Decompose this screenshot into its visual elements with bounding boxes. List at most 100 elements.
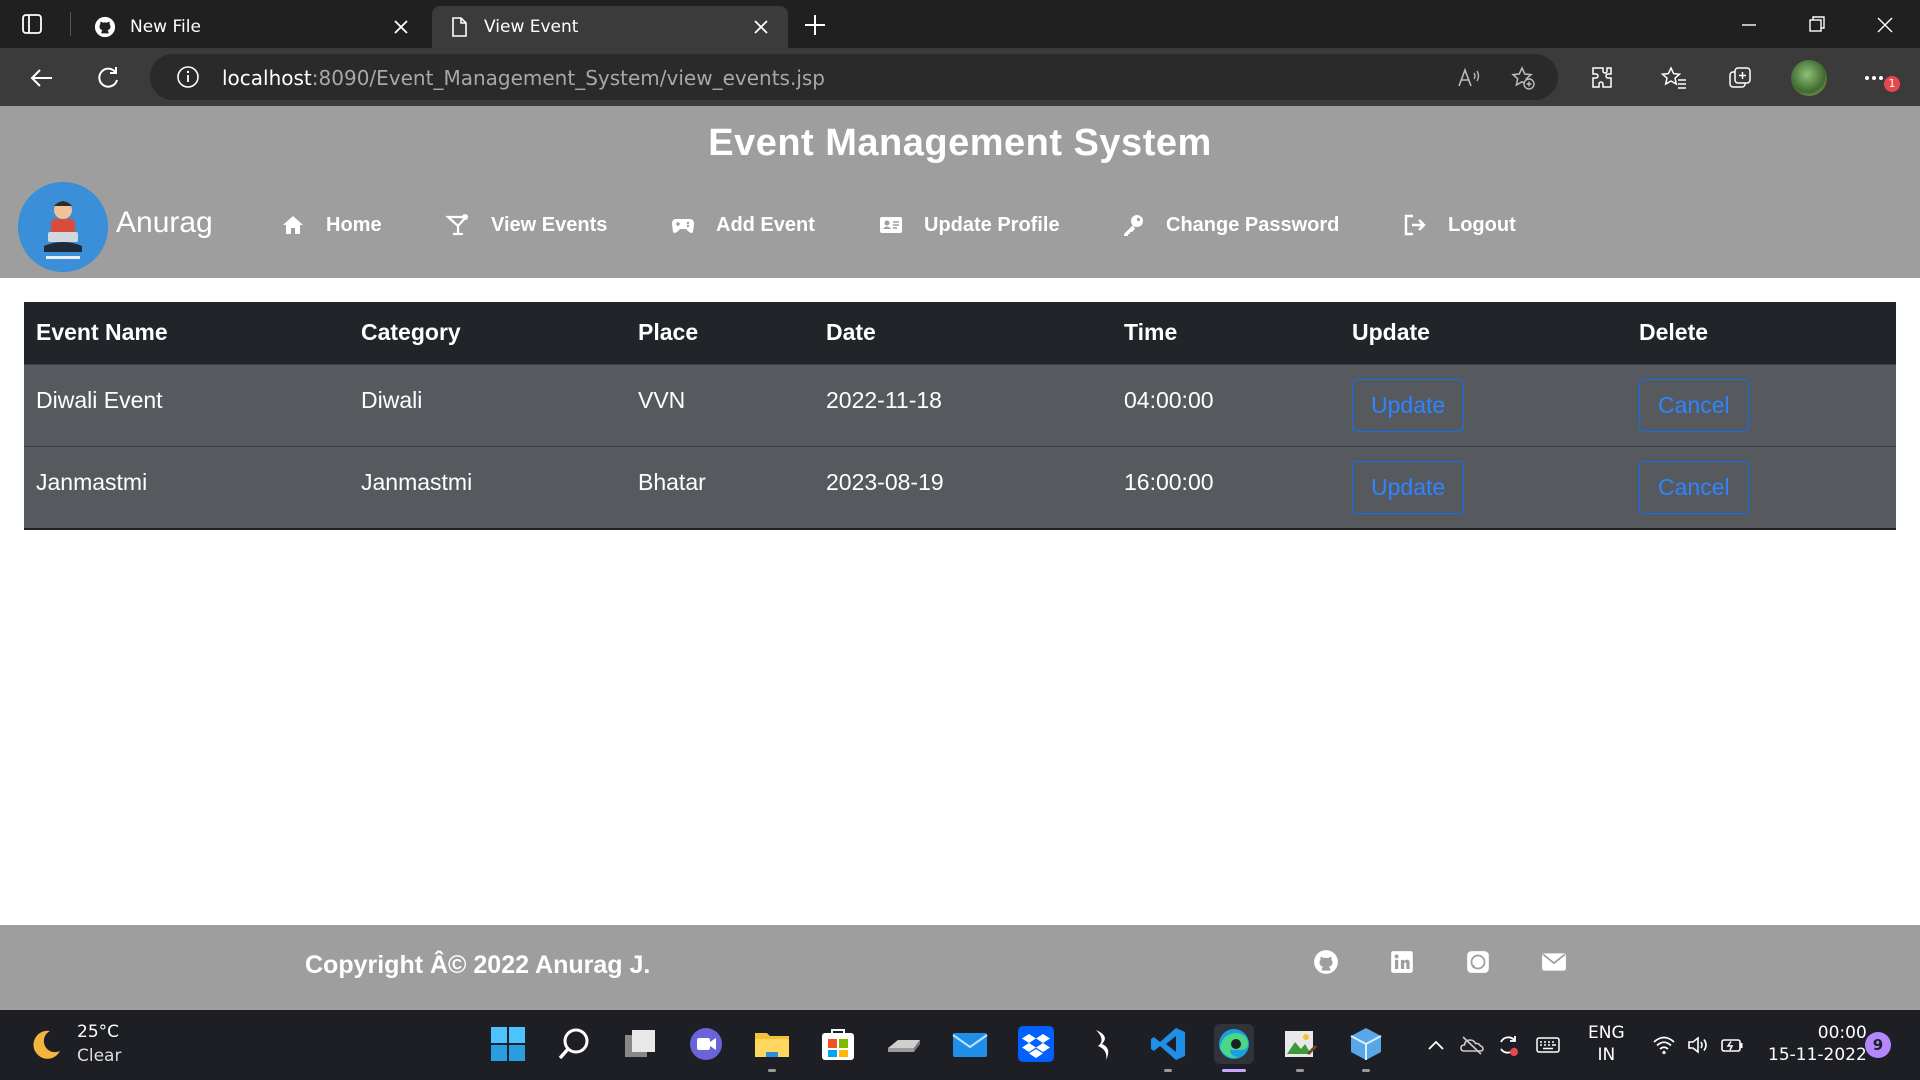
virtualbox-icon[interactable] xyxy=(1346,1024,1386,1064)
app-running-indicator xyxy=(768,1069,776,1072)
edge-browser-icon[interactable] xyxy=(1214,1024,1254,1064)
windows-start-icon[interactable] xyxy=(488,1024,528,1064)
profile-avatar[interactable] xyxy=(1791,60,1827,96)
teams-chat-icon[interactable] xyxy=(686,1024,726,1064)
nav-home[interactable]: Home xyxy=(280,212,382,238)
cocktail-icon xyxy=(445,212,471,238)
url-text[interactable]: localhost:8090/Event_Management_System/v… xyxy=(222,66,825,90)
key-icon xyxy=(1120,212,1146,238)
add-favorite-icon[interactable] xyxy=(1510,65,1536,91)
category-cell: Janmastmi xyxy=(349,445,626,528)
info-icon[interactable] xyxy=(176,65,200,89)
update-button[interactable]: Update xyxy=(1352,460,1465,514)
wifi-icon[interactable] xyxy=(1652,1033,1676,1057)
mail-app-icon[interactable] xyxy=(950,1024,990,1064)
category-cell: Diwali xyxy=(349,363,626,446)
collections-icon[interactable] xyxy=(1726,64,1754,92)
event-name-cell: Diwali Event xyxy=(24,363,349,446)
nav-view-events[interactable]: View Events xyxy=(445,212,607,238)
tab-view-event[interactable]: View Event xyxy=(432,6,788,48)
language-code: ENG xyxy=(1588,1023,1625,1043)
linkedin-icon[interactable] xyxy=(1389,949,1415,975)
date-cell: 2023-08-19 xyxy=(814,445,1112,528)
date-cell: 2022-11-18 xyxy=(814,363,1112,446)
tab-label: New File xyxy=(130,17,201,37)
weather-description[interactable]: Clear xyxy=(77,1046,121,1066)
gamepad-icon xyxy=(670,212,696,238)
nav-label: Home xyxy=(326,213,382,236)
app-running-indicator xyxy=(1296,1069,1304,1072)
nav-label: Change Password xyxy=(1166,213,1340,236)
close-icon[interactable] xyxy=(750,16,772,38)
mail-icon[interactable] xyxy=(1541,949,1567,975)
tab-new-file[interactable]: New File xyxy=(78,6,428,48)
sync-icon[interactable] xyxy=(1496,1033,1520,1057)
system-clock[interactable]: 00:00 15-11-2022 xyxy=(1768,1022,1867,1066)
favorites-icon[interactable] xyxy=(1660,64,1688,92)
update-cell: Update xyxy=(1340,445,1627,528)
nav-label: Add Event xyxy=(716,213,815,236)
table-row: Janmastmi Janmastmi Bhatar 2023-08-19 16… xyxy=(24,445,1896,528)
extensions-icon[interactable] xyxy=(1588,64,1616,92)
place-cell: Bhatar xyxy=(626,445,814,528)
app-running-indicator xyxy=(1164,1069,1172,1072)
task-view-icon[interactable] xyxy=(620,1024,660,1064)
table-bottom-border xyxy=(24,528,1896,530)
drive-icon[interactable] xyxy=(884,1024,924,1064)
keyboard-icon[interactable] xyxy=(1536,1033,1560,1057)
site-footer: Copyright Â© 2022 Anurag J. xyxy=(0,925,1920,1010)
nav-change-password[interactable]: Change Password xyxy=(1120,212,1339,238)
whatsapp-icon[interactable] xyxy=(1465,949,1491,975)
clock-date: 15-11-2022 xyxy=(1768,1045,1867,1065)
read-aloud-icon[interactable] xyxy=(1456,65,1482,91)
region-code: IN xyxy=(1597,1045,1616,1065)
cancel-button[interactable]: Cancel xyxy=(1639,460,1749,514)
cancel-button[interactable]: Cancel xyxy=(1639,378,1749,432)
refresh-icon[interactable] xyxy=(94,64,122,92)
restore-icon[interactable] xyxy=(1804,12,1830,38)
tab-actions-icon[interactable] xyxy=(20,12,52,36)
column-header: Category xyxy=(349,302,626,364)
nav-add-event[interactable]: Add Event xyxy=(670,212,815,238)
app-swift-icon[interactable] xyxy=(1082,1024,1122,1064)
image-editor-icon[interactable] xyxy=(1280,1024,1320,1064)
browser-tab-bar: New File View Event xyxy=(0,0,1920,48)
onedrive-icon[interactable] xyxy=(1460,1033,1484,1057)
tab-label: View Event xyxy=(484,17,579,37)
chevron-up-icon[interactable] xyxy=(1424,1033,1448,1057)
github-icon[interactable] xyxy=(1313,949,1339,975)
update-button[interactable]: Update xyxy=(1352,378,1465,432)
home-icon xyxy=(280,212,306,238)
file-explorer-icon[interactable] xyxy=(752,1024,792,1064)
events-table-container: Event Name Category Place Date Time Upda… xyxy=(24,302,1896,530)
nav-update-profile[interactable]: Update Profile xyxy=(878,212,1060,238)
notification-count-badge[interactable]: 9 xyxy=(1865,1032,1891,1058)
weather-temperature[interactable]: 25°C xyxy=(77,1022,119,1042)
battery-icon[interactable] xyxy=(1720,1033,1744,1057)
url-path: :8090/Event_Management_System/view_event… xyxy=(311,66,825,90)
close-window-icon[interactable] xyxy=(1872,12,1898,38)
back-arrow-icon[interactable] xyxy=(28,64,56,92)
new-tab-icon[interactable] xyxy=(802,12,828,38)
moon-icon[interactable] xyxy=(28,1027,64,1063)
minimize-icon[interactable] xyxy=(1736,12,1762,38)
microsoft-store-icon[interactable] xyxy=(818,1024,858,1064)
language-indicator[interactable]: ENG IN xyxy=(1588,1022,1625,1066)
column-header: Event Name xyxy=(24,302,349,364)
app-active-indicator xyxy=(1222,1069,1246,1072)
page-title: Event Management System xyxy=(708,122,1212,164)
page-icon xyxy=(448,16,470,38)
delete-cell: Cancel xyxy=(1627,445,1896,528)
nav-logout[interactable]: Logout xyxy=(1402,212,1516,238)
column-header: Place xyxy=(626,302,814,364)
browser-toolbar: localhost:8090/Event_Management_System/v… xyxy=(0,48,1920,106)
vscode-icon[interactable] xyxy=(1148,1024,1188,1064)
avatar xyxy=(18,182,108,272)
address-bar[interactable]: localhost:8090/Event_Management_System/v… xyxy=(150,54,1558,100)
close-icon[interactable] xyxy=(390,16,412,38)
search-icon[interactable] xyxy=(554,1024,594,1064)
dropbox-icon[interactable] xyxy=(1016,1024,1056,1064)
events-table: Event Name Category Place Date Time Upda… xyxy=(24,302,1896,528)
github-icon xyxy=(94,16,116,38)
volume-icon[interactable] xyxy=(1686,1033,1710,1057)
